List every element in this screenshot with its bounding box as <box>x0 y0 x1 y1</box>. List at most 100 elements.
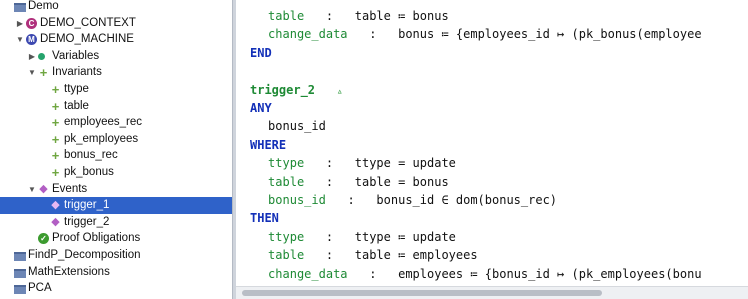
clause-label: table <box>268 9 305 23</box>
chevron-right-icon[interactable]: ▶ <box>28 48 36 65</box>
chevron-down-icon[interactable]: ▼ <box>16 31 24 48</box>
code-line[interactable]: table : table ≔ employees <box>268 246 478 264</box>
code-text: : table = bonus <box>304 174 449 189</box>
code-text: bonus_id <box>268 119 326 134</box>
tree-item-pk-employees[interactable]: + pk_employees <box>0 131 232 148</box>
event-icon: ◆ <box>51 199 60 212</box>
tree-item-mathextensions[interactable]: MathExtensions <box>0 264 232 281</box>
tree-item-demo-machine[interactable]: ▼ M DEMO_MACHINE <box>0 31 232 48</box>
invariant-icon: + <box>51 131 60 147</box>
tree-item-label: PCA <box>28 282 52 295</box>
project-icon <box>14 252 26 261</box>
tree-item-label: FindP_Decomposition <box>28 249 141 261</box>
invariant-icon: + <box>51 165 60 180</box>
tree-item-label: bonus_rec <box>64 149 118 162</box>
code-line[interactable]: ttype : ttype ≔ update <box>268 228 456 246</box>
tree-item-trigger-2[interactable]: ◆ trigger_2 <box>0 214 232 231</box>
code-text: : table ≔ employees <box>304 248 478 263</box>
keyword: END <box>250 45 272 60</box>
tree-item-findp-decomposition[interactable]: FindP_Decomposition <box>0 247 232 264</box>
tree-item-employees-rec[interactable]: + employees_rec <box>0 114 232 131</box>
tree-item-label: Demo <box>28 0 59 12</box>
event-b-editor[interactable]: table : table ≔ bonus change_data : bonus… <box>236 0 748 299</box>
chevron-down-icon[interactable]: ▼ <box>28 64 36 81</box>
code-text: : employees ≔ {bonus_id ↦ (pk_employees(… <box>347 266 702 281</box>
invariant-icon: + <box>51 82 60 97</box>
code-line[interactable]: THEN <box>250 209 279 227</box>
machine-icon: M <box>26 34 37 46</box>
code-line[interactable]: bonus_id <box>268 117 326 135</box>
keyword: WHERE <box>250 137 287 152</box>
variables-icon <box>38 52 45 60</box>
tree-item-label: Invariants <box>52 66 102 79</box>
clause-label: change_data <box>268 27 348 42</box>
project-icon <box>14 3 26 12</box>
code-text: : table ≔ bonus <box>304 9 449 23</box>
keyword: THEN <box>250 211 279 226</box>
invariant-icon: + <box>51 115 60 131</box>
code-line[interactable]: bonus_id : bonus_id ∈ dom(bonus_rec) <box>268 191 557 209</box>
tree-item-label: pk_bonus <box>64 166 114 178</box>
proof-obligations-icon: ✓ <box>38 233 49 245</box>
tree-item-label: table <box>64 99 89 112</box>
tree-item-pca[interactable]: PCA <box>0 280 232 297</box>
tree-item-label: ttype <box>64 83 89 95</box>
invariant-icon: + <box>51 148 60 164</box>
tree-item-label: trigger_1 <box>64 199 110 212</box>
event-name: trigger_2 <box>250 82 316 97</box>
invariant-icon: + <box>51 98 60 114</box>
tree-item-label: trigger_2 <box>64 215 110 228</box>
code-text: : ttype ≔ update <box>304 229 456 244</box>
chevron-right-icon[interactable]: ▶ <box>16 15 24 32</box>
tree-item-ttype[interactable]: + ttype <box>0 81 232 98</box>
invariants-icon: + <box>39 65 48 81</box>
tree-item-bonus-rec[interactable]: + bonus_rec <box>0 147 232 164</box>
code-line[interactable]: change_data : employees ≔ {bonus_id ↦ (p… <box>268 265 702 283</box>
code-line[interactable]: ANY <box>250 99 272 117</box>
scrollbar-thumb[interactable] <box>242 290 602 296</box>
code-line[interactable]: WHERE <box>250 136 286 154</box>
code-text: : ttype = update <box>304 156 456 171</box>
events-icon: ◆ <box>39 182 48 195</box>
code-line[interactable]: table : table = bonus <box>268 173 449 191</box>
clause-label: table <box>268 248 305 263</box>
clause-label: bonus_id <box>268 193 326 207</box>
code-line[interactable]: trigger_2 ▵ <box>250 81 343 99</box>
tree-item-events[interactable]: ▼ ◆ Events <box>0 181 232 198</box>
tree-item-label: employees_rec <box>64 116 142 129</box>
code-text: : bonus_id ∈ dom(bonus_rec) <box>325 193 558 207</box>
tree-item-label: MathExtensions <box>28 265 110 278</box>
clause-label: table <box>268 174 305 189</box>
event-icon: ◆ <box>51 215 60 228</box>
refine-icon: ▵ <box>336 85 343 97</box>
tree-item-table[interactable]: + table <box>0 98 232 115</box>
project-icon <box>14 268 26 278</box>
project-explorer: Demo ▶ C DEMO_CONTEXT ▼ M DEMO_MACHINE ▶ Variabl… <box>0 0 232 299</box>
tree-item-invariants[interactable]: ▼ + Invariants <box>0 64 232 81</box>
keyword: ANY <box>250 101 272 115</box>
code-line[interactable]: change_data : bonus ≔ {employees_id ↦ (p… <box>268 25 702 43</box>
context-icon: C <box>26 17 37 29</box>
project-icon <box>14 285 26 295</box>
code-line[interactable]: table : table ≔ bonus <box>268 7 449 25</box>
tree-item-label: Variables <box>52 49 100 62</box>
code-line[interactable]: END <box>250 44 272 62</box>
tree-item-label: DEMO_MACHINE <box>40 33 134 46</box>
tree-item-demo[interactable]: Demo <box>0 0 232 15</box>
code-line[interactable]: ttype : ttype = update <box>268 154 456 172</box>
tree-item-label: pk_employees <box>64 132 139 145</box>
horizontal-scrollbar[interactable] <box>236 286 748 299</box>
tree-item-label: DEMO_CONTEXT <box>40 16 136 29</box>
tree-item-proof-obligations[interactable]: ✓ Proof Obligations <box>0 230 232 247</box>
clause-label: ttype <box>268 156 305 171</box>
code-text: : bonus ≔ {employees_id ↦ (pk_bonus(empl… <box>347 27 702 42</box>
tree-item-label: Events <box>52 182 88 195</box>
clause-label: change_data <box>268 266 348 281</box>
tree-item-pk-bonus[interactable]: + pk_bonus <box>0 164 232 181</box>
tree-item-label: Proof Obligations <box>52 232 141 245</box>
chevron-down-icon[interactable]: ▼ <box>28 181 36 198</box>
tree-item-trigger-1[interactable]: ◆ trigger_1 <box>0 197 232 215</box>
tree-item-variables[interactable]: ▶ Variables <box>0 48 232 65</box>
tree-item-demo-context[interactable]: ▶ C DEMO_CONTEXT <box>0 15 232 32</box>
